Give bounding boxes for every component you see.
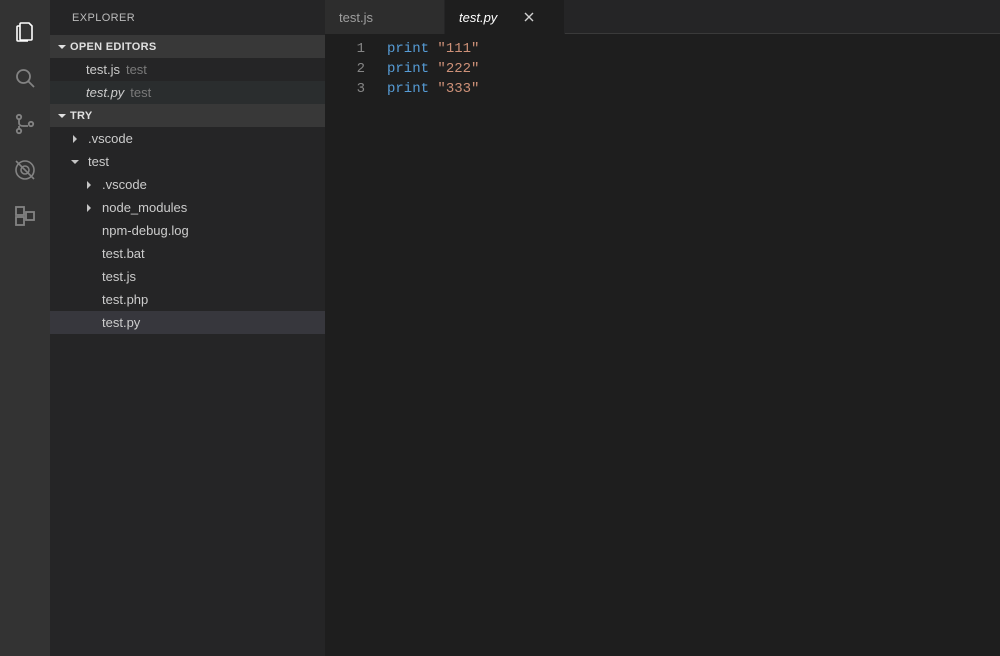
file-label: test.py <box>86 85 124 100</box>
code-line[interactable]: print "111" <box>387 39 1000 59</box>
activity-extensions[interactable] <box>0 194 50 240</box>
search-icon <box>13 66 37 93</box>
editor-tab[interactable]: test.py <box>445 0 565 34</box>
activity-debug[interactable] <box>0 148 50 194</box>
code-content[interactable]: print "111"print "222"print "333" <box>387 35 1000 656</box>
files-icon <box>13 20 37 47</box>
chevron-down-icon <box>54 40 70 54</box>
sidebar-title: EXPLORER <box>50 0 325 35</box>
tree-folder[interactable]: node_modules <box>50 196 325 219</box>
tree-label: test.py <box>102 315 140 330</box>
tree-folder[interactable]: .vscode <box>50 173 325 196</box>
file-hint: test <box>130 85 151 100</box>
close-icon[interactable] <box>521 9 537 25</box>
tree-file[interactable]: test.js <box>50 265 325 288</box>
tree-label: npm-debug.log <box>102 223 189 238</box>
tabbar-empty <box>565 0 1000 34</box>
open-editor-item[interactable]: test.py test <box>50 81 325 104</box>
chevron-right-icon <box>68 132 82 146</box>
token-string: "222" <box>437 61 479 77</box>
tree-label: node_modules <box>102 200 187 215</box>
token-keyword: print <box>387 61 429 77</box>
extensions-icon <box>13 204 37 231</box>
token-keyword: print <box>387 41 429 57</box>
code-line[interactable]: print "222" <box>387 59 1000 79</box>
activity-source-control[interactable] <box>0 102 50 148</box>
open-editor-item[interactable]: test.js test <box>50 58 325 81</box>
tree-label: test.js <box>102 269 136 284</box>
editor-tabbar: test.js test.py <box>325 0 1000 35</box>
tree-label: test.php <box>102 292 148 307</box>
activity-search[interactable] <box>0 56 50 102</box>
editor-area: test.jstest.py 123 print "111"print "222… <box>325 0 1000 656</box>
tree-label: .vscode <box>102 177 147 192</box>
section-open-editors[interactable]: OPEN EDITORS <box>50 35 325 58</box>
tree-file[interactable]: test.py <box>50 311 325 334</box>
line-gutter: 123 <box>325 35 387 656</box>
tab-label: test.js <box>339 10 373 25</box>
tree-label: test <box>88 154 109 169</box>
tree-folder[interactable]: test <box>50 150 325 173</box>
section-label: OPEN EDITORS <box>70 41 157 53</box>
tree-label: .vscode <box>88 131 133 146</box>
tree-file[interactable]: npm-debug.log <box>50 219 325 242</box>
editor-tab[interactable]: test.js <box>325 0 445 34</box>
tree-file[interactable]: test.bat <box>50 242 325 265</box>
file-hint: test <box>126 62 147 77</box>
chevron-right-icon <box>82 201 96 215</box>
chevron-down-icon <box>54 109 70 123</box>
section-label: TRY <box>70 110 93 122</box>
tree-file[interactable]: test.php <box>50 288 325 311</box>
explorer-sidebar: EXPLORER OPEN EDITORS test.js test test.… <box>50 0 325 656</box>
file-label: test.js <box>86 62 120 77</box>
code-line[interactable]: print "333" <box>387 79 1000 99</box>
tree-label: test.bat <box>102 246 145 261</box>
section-workspace[interactable]: TRY <box>50 104 325 127</box>
token-string: "111" <box>437 41 479 57</box>
chevron-right-icon <box>82 178 96 192</box>
token-keyword: print <box>387 81 429 97</box>
line-number: 3 <box>325 79 387 99</box>
token-string: "333" <box>437 81 479 97</box>
source-control-icon <box>13 112 37 139</box>
bug-icon <box>13 158 37 185</box>
workspace-tree: .vscode test .vscode node_modules npm-debug.… <box>50 127 325 334</box>
activity-bar <box>0 0 50 656</box>
tab-label: test.py <box>459 10 497 25</box>
line-number: 2 <box>325 59 387 79</box>
chevron-down-icon <box>68 155 82 169</box>
line-number: 1 <box>325 39 387 59</box>
activity-explorer[interactable] <box>0 10 50 56</box>
code-editor[interactable]: 123 print "111"print "222"print "333" <box>325 35 1000 656</box>
tree-folder[interactable]: .vscode <box>50 127 325 150</box>
